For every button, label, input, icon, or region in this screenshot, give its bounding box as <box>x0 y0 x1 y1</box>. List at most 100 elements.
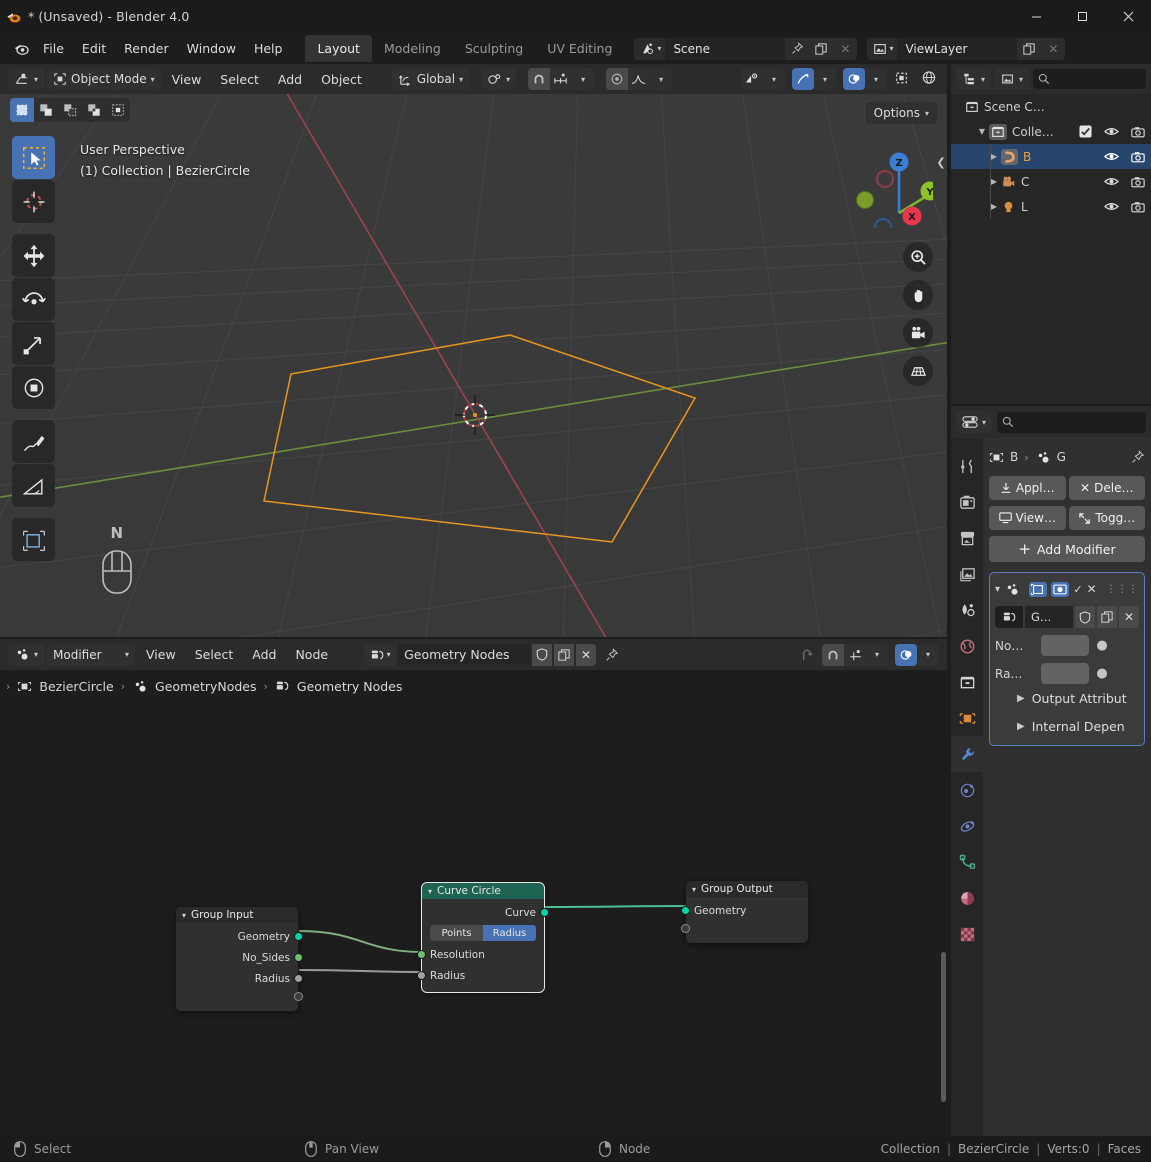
node-group-datablock-name[interactable]: Geometry Nodes <box>398 644 530 666</box>
breadcrumb-object[interactable]: BezierCircle <box>39 679 113 694</box>
camera-render-icon[interactable] <box>1131 201 1145 213</box>
blender-menu-icon[interactable] <box>8 40 34 57</box>
scale-tool[interactable] <box>12 322 55 365</box>
node-menu-node[interactable]: Node <box>287 647 336 662</box>
gizmo-chevron-icon[interactable]: ▾ <box>814 68 836 90</box>
viewport-menu-add[interactable]: Add <box>270 72 310 87</box>
cursor-tool[interactable] <box>12 180 55 223</box>
view-button[interactable]: View… <box>989 506 1066 530</box>
outliner-row-collection[interactable]: ▼ Colle… <box>951 119 1151 144</box>
scene-browse-icon[interactable]: ▾ <box>634 38 665 60</box>
new-viewlayer-icon[interactable] <box>1017 38 1041 60</box>
properties-tab-render[interactable] <box>951 484 983 520</box>
node-input-row[interactable]: Geometry <box>686 900 808 921</box>
geometry-node-editor[interactable]: ▾ Modifier ▾ View Select Add Node ▾ Geom… <box>0 639 947 1136</box>
node-canvas-vscrollbar[interactable] <box>941 952 946 1102</box>
outliner-display-mode-icon[interactable]: ▾ <box>995 68 1029 90</box>
pivot-point-dropdown[interactable]: ▾ <box>481 68 516 90</box>
overlays-chevron-icon[interactable]: ▾ <box>917 644 939 666</box>
breadcrumb-modifier[interactable]: GeometryNodes <box>155 679 256 694</box>
select-mode-invert[interactable] <box>82 98 106 122</box>
exit-group-icon[interactable] <box>793 647 819 662</box>
menu-help[interactable]: Help <box>245 37 292 60</box>
outliner-row-beziercircle[interactable]: ▶ B <box>951 144 1151 169</box>
modifier-input-value[interactable] <box>1041 663 1089 684</box>
camera-render-icon[interactable] <box>1131 176 1145 188</box>
pin-icon[interactable] <box>1131 450 1145 464</box>
menu-edit[interactable]: Edit <box>73 37 115 60</box>
workspace-tab-modeling[interactable]: Modeling <box>372 35 453 62</box>
remove-viewlayer-icon[interactable]: ✕ <box>1041 38 1065 60</box>
properties-tab-scene[interactable] <box>951 592 983 628</box>
viewlayer-browse-icon[interactable]: ▾ <box>867 38 897 60</box>
node-output-row-empty[interactable] <box>176 989 298 1005</box>
modifier-input-value[interactable] <box>1041 635 1089 656</box>
magnet-icon[interactable] <box>528 68 550 90</box>
transform-tool[interactable] <box>12 366 55 409</box>
mode-radius-option[interactable]: Radius <box>483 925 536 941</box>
attribute-toggle-icon[interactable]: ● <box>1095 638 1109 653</box>
node-menu-select[interactable]: Select <box>187 647 242 662</box>
socket-radius-input[interactable] <box>417 971 426 980</box>
breadcrumb-modifier-label[interactable]: G <box>1057 450 1066 464</box>
node-input-row[interactable]: Radius <box>422 965 544 986</box>
viewport-options-button[interactable]: Options ▾ <box>866 102 937 124</box>
object-mode-dropdown[interactable]: Object Mode ▾ <box>47 68 161 90</box>
shading-wireframe-icon[interactable] <box>921 70 947 88</box>
outliner-row-camera[interactable]: ▶ C <box>951 169 1151 194</box>
properties-tab-object[interactable] <box>951 700 983 736</box>
node-output-row[interactable]: No_Sides <box>176 947 298 968</box>
viewport-3d[interactable]: ▾ Object Mode ▾ View Select Add Object <box>0 64 947 637</box>
snap-dropdown-chevron-icon[interactable]: ▾ <box>572 68 594 90</box>
properties-tab-constraints[interactable] <box>951 844 983 880</box>
drag-dots-icon[interactable]: ⋮⋮⋮ <box>1106 584 1139 595</box>
overlays-chevron-icon[interactable]: ▾ <box>865 68 887 90</box>
proportional-edit-icon[interactable] <box>606 68 628 90</box>
node-output-row[interactable]: Geometry <box>176 926 298 947</box>
breadcrumb-object-label[interactable]: B <box>1010 450 1018 464</box>
socket-geometry[interactable] <box>294 932 303 941</box>
node-input-row[interactable]: Resolution <box>422 944 544 965</box>
move-tool[interactable] <box>12 234 55 277</box>
navigation-gizmo[interactable]: Z Y X <box>843 138 933 228</box>
properties-tab-material[interactable] <box>951 880 983 916</box>
properties-tab-collection[interactable] <box>951 664 983 700</box>
scene-name-field[interactable]: Scene <box>665 38 785 60</box>
properties-tab-modifier[interactable] <box>951 736 983 772</box>
minimize-button[interactable] <box>1013 0 1059 33</box>
socket-geometry-in[interactable] <box>681 906 690 915</box>
unlink-node-group-icon[interactable]: ✕ <box>576 644 596 666</box>
zoom-icon[interactable] <box>903 242 933 272</box>
viewport-menu-object[interactable]: Object <box>313 72 370 87</box>
xray-toggle-icon[interactable] <box>894 71 918 88</box>
toggle-button[interactable]: Togg… <box>1069 506 1146 530</box>
unlink-scene-icon[interactable]: ✕ <box>833 38 857 60</box>
node-header[interactable]: ▾ Curve Circle <box>422 883 544 899</box>
node-canvas[interactable]: ▾ Group Input Geometry No_Sides Radius <box>0 702 947 1136</box>
shield-icon[interactable] <box>532 644 552 666</box>
properties-editor-type-icon[interactable]: ▾ <box>956 411 992 433</box>
outliner-row-light[interactable]: ▶ L <box>951 194 1151 219</box>
camera-render-icon[interactable] <box>1131 151 1145 163</box>
rotate-tool[interactable] <box>12 278 55 321</box>
chevron-down-icon[interactable]: ▾ <box>182 911 186 920</box>
magnet-icon[interactable] <box>822 644 844 666</box>
workspace-tab-layout[interactable]: Layout <box>305 35 372 62</box>
internal-dependencies-subpanel[interactable]: ▶ Internal Depen <box>995 712 1139 740</box>
annotate-tool[interactable] <box>12 420 55 463</box>
viewlayer-name-field[interactable]: ViewLayer <box>897 38 1017 60</box>
hand-icon[interactable] <box>903 280 933 310</box>
outliner-row-scene-collection[interactable]: Scene C… <box>951 94 1151 119</box>
node-editor-type-icon[interactable]: ▾ <box>8 644 44 666</box>
snap-node-icon[interactable] <box>844 644 866 666</box>
add-modifier-button[interactable]: + Add Modifier <box>989 536 1145 562</box>
modifier-show-render-icon[interactable]: ✓ <box>1073 583 1082 596</box>
menu-window[interactable]: Window <box>178 37 245 60</box>
workspace-tab-uv-editing[interactable]: UV Editing <box>535 35 624 62</box>
select-mode-set[interactable] <box>10 98 34 122</box>
show-gizmo-icon[interactable] <box>792 68 814 90</box>
socket-curve[interactable] <box>540 908 549 917</box>
menu-file[interactable]: File <box>34 37 73 60</box>
duplicate-icon[interactable] <box>1097 606 1117 628</box>
visibility-chevron-icon[interactable]: ▾ <box>763 68 785 90</box>
